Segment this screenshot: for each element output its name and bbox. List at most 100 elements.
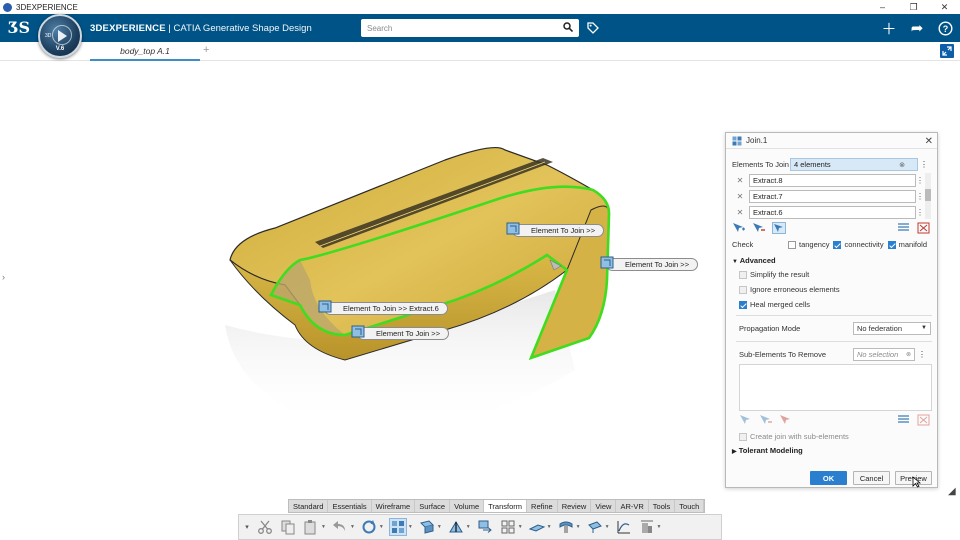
pattern-icon[interactable]: [499, 518, 517, 536]
clear-icon[interactable]: ⊗: [906, 351, 911, 358]
ignore-checkbox[interactable]: [739, 285, 747, 294]
list-item[interactable]: ✕ Extract.7 ⋮: [734, 189, 924, 203]
paste-icon[interactable]: [302, 518, 320, 536]
scale-icon[interactable]: [586, 518, 604, 536]
propagation-select[interactable]: No federation ▼: [853, 322, 931, 335]
subelements-list[interactable]: [739, 364, 932, 411]
list-item[interactable]: ✕ Extract.8 ⋮: [734, 173, 924, 187]
tab-surface[interactable]: Surface: [415, 500, 451, 512]
tab-transform[interactable]: Transform: [484, 500, 528, 512]
replace-subelement-icon[interactable]: [779, 414, 793, 426]
remove-item-icon[interactable]: ✕: [734, 208, 746, 217]
remove-subelement-icon[interactable]: [759, 414, 773, 426]
ds-logo-icon[interactable]: ƷS: [8, 18, 30, 37]
3d-model-viewport[interactable]: [195, 120, 625, 480]
extrapolate-icon[interactable]: [528, 518, 546, 536]
list-view-icon[interactable]: [897, 414, 911, 426]
maximize-viewer-button[interactable]: [940, 44, 954, 58]
simplify-checkbox[interactable]: [739, 270, 747, 279]
kebab-menu-icon[interactable]: ⋮: [918, 350, 926, 359]
chevron-down-icon[interactable]: ▼: [437, 524, 442, 530]
chevron-down-icon[interactable]: ▼: [350, 524, 355, 530]
remove-item-icon[interactable]: ✕: [734, 176, 746, 185]
tab-ar-vr[interactable]: AR-VR: [616, 500, 649, 512]
add-element-icon[interactable]: [732, 222, 746, 234]
measure-icon[interactable]: [638, 518, 656, 536]
clear-list-icon[interactable]: [917, 414, 931, 426]
help-icon[interactable]: ?: [936, 18, 954, 38]
cut-icon[interactable]: [256, 518, 274, 536]
chevron-down-icon[interactable]: ▼: [379, 524, 384, 530]
clear-list-icon[interactable]: [917, 222, 931, 234]
tab-essentials[interactable]: Essentials: [328, 500, 372, 512]
tolerant-section-toggle[interactable]: ▶ Tolerant Modeling: [732, 446, 803, 455]
minimize-button[interactable]: –: [867, 0, 898, 14]
chevron-down-icon[interactable]: ▼: [408, 524, 413, 530]
add-tab-button[interactable]: +: [203, 44, 209, 56]
update-icon[interactable]: [360, 518, 378, 536]
sweep-icon[interactable]: [557, 518, 575, 536]
tangency-checkbox[interactable]: [788, 240, 796, 249]
tab-tools[interactable]: Tools: [649, 500, 676, 512]
dialog-title-bar[interactable]: Join.1: [726, 133, 937, 149]
tab-touch[interactable]: Touch: [675, 500, 705, 512]
law-curve-icon[interactable]: [615, 518, 633, 536]
split-icon[interactable]: [447, 518, 465, 536]
kebab-menu-icon[interactable]: ⋮: [916, 192, 924, 201]
tag-icon[interactable]: [586, 21, 600, 35]
tab-wireframe[interactable]: Wireframe: [372, 500, 416, 512]
manifold-checkbox[interactable]: [887, 240, 896, 249]
collapse-toolbar-icon[interactable]: ▾: [243, 518, 251, 536]
chevron-down-icon[interactable]: ▼: [518, 524, 523, 530]
tab-volume[interactable]: Volume: [450, 500, 485, 512]
close-icon[interactable]: ✕: [925, 136, 933, 147]
callout-element-to-join-extract6[interactable]: Element To Join >> Extract.6: [318, 300, 448, 315]
subelements-field[interactable]: No selection ⊗: [853, 348, 915, 361]
remove-element-icon[interactable]: [752, 222, 766, 234]
list-item[interactable]: ✕ Extract.6 ⋮: [734, 205, 924, 219]
extract-icon[interactable]: [418, 518, 436, 536]
search-icon[interactable]: [563, 22, 573, 32]
expand-tree-arrow-icon[interactable]: ›: [2, 272, 5, 282]
add-subelement-icon[interactable]: [739, 414, 753, 426]
kebab-menu-icon[interactable]: ⋮: [916, 176, 924, 185]
callout-element-to-join-1[interactable]: Element To Join >>: [506, 222, 605, 237]
tab-refine[interactable]: Refine: [527, 500, 558, 512]
compass-widget[interactable]: 3D V.6: [38, 14, 82, 58]
tab-standard[interactable]: Standard: [289, 500, 329, 512]
connectivity-checkbox[interactable]: [833, 240, 842, 249]
translate-icon[interactable]: [476, 518, 494, 536]
search-input[interactable]: [361, 19, 579, 37]
chevron-down-icon[interactable]: ▼: [321, 524, 326, 530]
callout-element-to-join-2[interactable]: Element To Join >>: [600, 256, 699, 271]
chevron-down-icon[interactable]: ▼: [657, 524, 662, 530]
tab-review[interactable]: Review: [558, 500, 592, 512]
callout-element-to-join-4[interactable]: Element To Join >>: [351, 325, 450, 340]
close-window-button[interactable]: ✕: [929, 0, 960, 14]
cancel-button[interactable]: Cancel: [853, 471, 890, 485]
replace-element-icon[interactable]: [772, 222, 786, 234]
undo-icon[interactable]: [331, 518, 349, 536]
chevron-down-icon[interactable]: ▼: [576, 524, 581, 530]
plus-icon[interactable]: ＋: [880, 18, 898, 38]
kebab-menu-icon[interactable]: ⋮: [916, 208, 924, 217]
elements-field[interactable]: 4 elements ⊗: [790, 158, 918, 171]
join-tool-icon[interactable]: [388, 518, 407, 536]
create-join-checkbox[interactable]: [739, 432, 747, 441]
restore-button[interactable]: ❐: [898, 0, 929, 14]
resize-handle-icon[interactable]: ◢: [948, 486, 956, 497]
remove-item-icon[interactable]: ✕: [734, 192, 746, 201]
tab-view[interactable]: View: [591, 500, 617, 512]
advanced-section-toggle[interactable]: ▼ Advanced: [732, 256, 776, 265]
list-view-icon[interactable]: [897, 222, 911, 234]
kebab-menu-icon[interactable]: ⋮: [920, 160, 928, 169]
chevron-down-icon[interactable]: ▼: [605, 524, 610, 530]
chevron-down-icon[interactable]: ▼: [466, 524, 471, 530]
heal-checkbox[interactable]: [739, 300, 747, 309]
copy-icon[interactable]: [279, 518, 297, 536]
list-scrollbar[interactable]: [925, 173, 931, 219]
clear-icon[interactable]: ⊗: [899, 161, 905, 169]
ok-button[interactable]: OK: [810, 471, 847, 485]
share-icon[interactable]: ➦: [908, 18, 926, 38]
tab-body-top[interactable]: body_top A.1: [90, 42, 200, 61]
